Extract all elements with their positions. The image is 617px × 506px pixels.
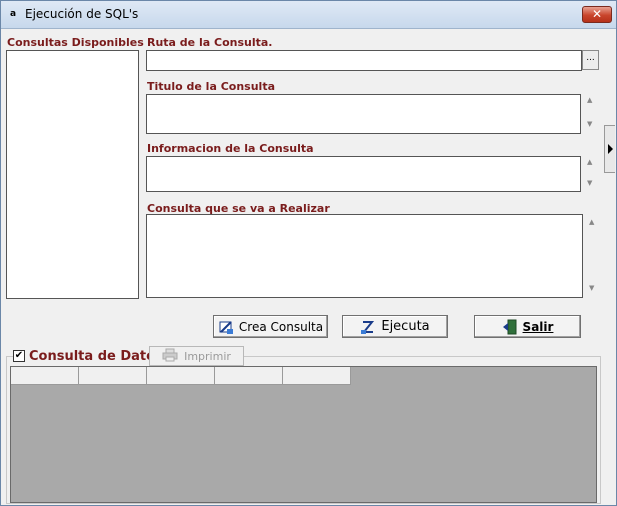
informacion-textarea[interactable] <box>146 156 581 192</box>
scroll-down-icon[interactable]: ▼ <box>587 120 592 128</box>
ruta-input[interactable] <box>146 50 582 71</box>
close-icon: ✕ <box>591 7 603 21</box>
ejecuta-button[interactable]: Ejecuta <box>342 315 448 338</box>
app-icon: a <box>9 9 17 19</box>
grid-header-cell[interactable] <box>79 367 147 385</box>
consulta-scrollbar[interactable]: ▲ ▼ <box>585 214 601 298</box>
consulta-datos-checkbox[interactable]: ✔ <box>13 350 25 362</box>
scroll-up-icon[interactable]: ▲ <box>587 158 592 166</box>
crea-consulta-label: Crea Consulta <box>238 319 324 334</box>
grid-header-cell[interactable] <box>11 367 79 385</box>
datos-grid[interactable] <box>10 366 597 503</box>
consultas-disponibles-list[interactable] <box>6 50 139 299</box>
grid-header-cell[interactable] <box>147 367 215 385</box>
scroll-down-icon[interactable]: ▼ <box>587 179 592 187</box>
titulo-textarea[interactable] <box>146 94 581 134</box>
browse-label: ... <box>586 53 595 63</box>
close-button[interactable]: ✕ <box>582 6 612 23</box>
informacion-scrollbar[interactable]: ▲ ▼ <box>583 156 599 192</box>
grid-header-cell[interactable] <box>215 367 283 385</box>
salir-button[interactable]: Salir <box>474 315 581 338</box>
titulo-scrollbar[interactable]: ▲ ▼ <box>583 94 599 134</box>
printer-icon <box>162 348 178 365</box>
execute-icon <box>360 319 376 335</box>
ruta-label: Ruta de la Consulta. <box>147 36 273 49</box>
main-window: a Ejecución de SQL's ✕ Consultas Disponi… <box>0 0 617 506</box>
create-query-icon <box>218 319 234 335</box>
consulta-textarea[interactable] <box>146 214 583 298</box>
browse-button[interactable]: ... <box>582 50 599 70</box>
consulta-datos-legend: ✔ Consulta de Datos <box>13 346 165 366</box>
consulta-datos-label: Consulta de Datos <box>29 348 163 364</box>
exit-door-icon <box>502 319 518 335</box>
titulo-label: Titulo de la Consulta <box>147 80 275 93</box>
informacion-label: Informacion de la Consulta <box>147 142 314 155</box>
scroll-down-icon[interactable]: ▼ <box>589 284 594 292</box>
ejecuta-label: Ejecuta <box>381 319 430 334</box>
window-title: Ejecución de SQL's <box>25 7 139 21</box>
scroll-up-icon[interactable]: ▲ <box>589 218 594 226</box>
imprimir-button[interactable]: Imprimir <box>149 346 244 366</box>
side-expand-tab[interactable] <box>604 125 615 173</box>
consultas-disponibles-label: Consultas Disponibles <box>7 36 144 49</box>
grid-header-row <box>11 367 351 385</box>
scroll-up-icon[interactable]: ▲ <box>587 96 592 104</box>
title-bar[interactable]: a Ejecución de SQL's ✕ <box>1 1 616 29</box>
imprimir-label: Imprimir <box>184 349 231 363</box>
crea-consulta-button[interactable]: Crea Consulta <box>213 315 328 338</box>
grid-header-cell[interactable] <box>283 367 351 385</box>
salir-label: Salir <box>522 319 554 334</box>
